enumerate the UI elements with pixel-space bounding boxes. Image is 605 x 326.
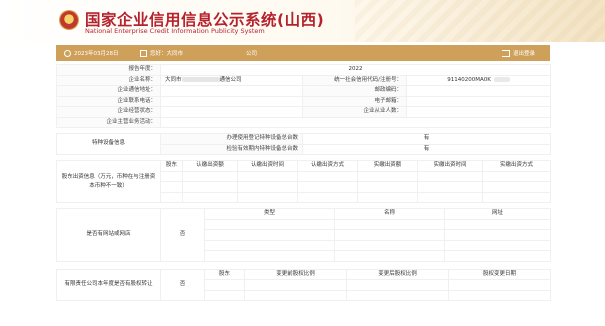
phone-value	[160, 95, 303, 107]
credit-code-value: 91140200MA0K	[405, 74, 552, 86]
credit-code-label: 统一社会信用代码/注册号：	[302, 74, 407, 86]
email-value	[405, 95, 552, 107]
user-toolbar: 2023年03月28日 您好：大同市 公司 退出登录	[56, 45, 550, 61]
address-label: 企业通信地址：	[56, 85, 161, 97]
status-value	[160, 106, 303, 118]
logout-button[interactable]: 退出登录	[502, 49, 535, 57]
postcode-label: 邮政编码：	[302, 85, 407, 97]
email-label: 电子邮箱：	[302, 95, 407, 107]
table-row: 企业名称： 大同市 通信公司 统一社会信用代码/注册号： 91140200MA0K	[56, 74, 552, 86]
investment-label: 股东出资信息（万元，币种在与注册资本币种不一致）	[56, 160, 161, 203]
table-row: 企业通信地址： 邮政编码：	[56, 85, 552, 97]
company-label: 公司	[246, 51, 258, 57]
main-business-label: 企业主营业务活动：	[56, 116, 161, 128]
column-header: 股权变更日期	[448, 268, 551, 280]
column-header: 实缴出资额	[357, 160, 418, 172]
postcode-value	[405, 85, 552, 97]
name-value: 大同市 通信公司	[160, 74, 303, 86]
address-value	[160, 85, 303, 97]
column-header: 认缴出资时间	[237, 160, 298, 172]
column-header: 实缴出资方式	[482, 160, 551, 172]
phone-label: 企业联系电话：	[56, 95, 161, 107]
equipment-inspected-value: 有	[302, 143, 551, 155]
date-display: 2023年03月28日	[64, 49, 119, 57]
column-header: 认缴出资额	[182, 160, 238, 172]
column-header: 名称	[334, 208, 445, 220]
site-subtitle: National Enterprise Credit Information P…	[85, 27, 265, 35]
header-decoration	[355, 0, 605, 42]
column-header: 类型	[204, 208, 335, 220]
special-equipment-label: 特种设备信息	[56, 133, 161, 155]
website-label: 是否有网站或网店	[56, 208, 161, 262]
logout-icon	[502, 50, 510, 57]
table-row: 是否有网站或网店 否 类型 名称 网址	[56, 208, 551, 262]
website-value: 否	[160, 208, 205, 262]
table-row: 有限责任公司本年度是否有股权转让 否 股东 变更前股权比例 变更后股权比例 股权…	[56, 268, 551, 301]
main-business-value	[159, 116, 552, 128]
annual-report-form: 报告年度： 2022 企业名称： 大同市 通信公司 统一社会信用代码/注册号： 9…	[56, 64, 552, 326]
column-header: 变更后股权比例	[346, 268, 449, 280]
national-emblem-icon	[60, 11, 78, 29]
equity-value: 否	[160, 268, 205, 301]
column-header: 网址	[444, 208, 551, 220]
column-header: 股东	[204, 268, 245, 280]
table-row: 报告年度： 2022	[56, 64, 552, 76]
table-row: 企业经营状态： 企业从业人数：	[56, 106, 552, 118]
table-row: 企业联系电话： 电子邮箱：	[56, 95, 552, 107]
equipment-inspected-label: 检验有效期内特种设备总台数	[160, 143, 303, 155]
name-label: 企业名称：	[56, 74, 161, 86]
website-table: 是否有网站或网店 否 类型 名称 网址	[56, 208, 551, 262]
column-header: 实缴出资时间	[417, 160, 483, 172]
year-value: 2022	[159, 64, 552, 76]
equity-transfer-table: 有限责任公司本年度是否有股权转让 否 股东 变更前股权比例 变更后股权比例 股权…	[56, 268, 551, 302]
user-greeting: 您好：大同市	[140, 49, 183, 57]
redacted-text	[493, 76, 510, 82]
table-row: 特种设备信息 办理使用登记特种设备总台数 有	[56, 133, 551, 155]
column-header: 认缴出资方式	[297, 160, 358, 172]
user-card-icon	[140, 50, 147, 57]
investment-table: 股东出资信息（万元，币种在与注册资本币种不一致） 股东 认缴出资额 认缴出资时间…	[56, 160, 551, 203]
basic-info-table: 报告年度： 2022 企业名称： 大同市 通信公司 统一社会信用代码/注册号： 9…	[56, 64, 552, 128]
employees-value	[405, 106, 552, 118]
special-equipment-table: 特种设备信息 办理使用登记特种设备总台数 有 检验有效期内特种设备总台数 有	[56, 133, 551, 155]
employees-label: 企业从业人数：	[302, 106, 407, 118]
column-header: 股东	[160, 160, 183, 172]
equipment-registered-label: 办理使用登记特种设备总台数	[160, 133, 303, 145]
table-row: 企业主营业务活动：	[56, 116, 552, 128]
column-header: 变更前股权比例	[244, 268, 347, 280]
clock-icon	[64, 50, 71, 57]
equipment-registered-value: 有	[302, 133, 551, 145]
year-label: 报告年度：	[56, 64, 161, 76]
status-label: 企业经营状态：	[56, 106, 161, 118]
redacted-text	[181, 76, 220, 82]
table-row: 股东出资信息（万元，币种在与注册资本币种不一致） 股东 认缴出资额 认缴出资时间…	[56, 160, 551, 203]
equity-label: 有限责任公司本年度是否有股权转让	[56, 268, 161, 301]
site-header: 国家企业信用信息公示系统(山西) National Enterprise Cre…	[0, 0, 605, 42]
